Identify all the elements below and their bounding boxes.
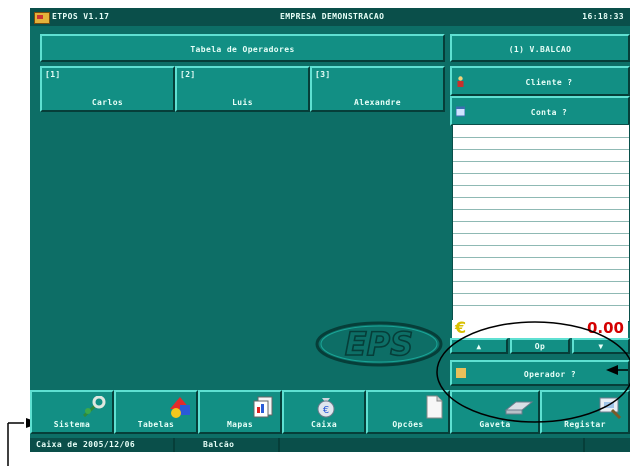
operator-number: [2] — [180, 70, 196, 79]
receipt-line — [453, 293, 629, 294]
operator-label: Operador ? — [523, 370, 577, 379]
drawer-icon — [504, 401, 534, 415]
menu-label: Sistema — [53, 420, 91, 429]
sale-mode-button[interactable]: (1) V.BALCAO — [450, 34, 630, 62]
operator-name: Alexandre — [354, 98, 401, 107]
euro-icon: € — [455, 318, 467, 337]
money-bag-icon: € — [317, 398, 335, 418]
app-name: ETPOS V1.17 — [52, 12, 110, 21]
menu-label: Gaveta — [479, 420, 511, 429]
clock: 16:18:33 — [582, 12, 624, 21]
chevron-down-icon: ▼ — [598, 342, 604, 351]
pos-screen: ETPOS V1.17 EMPRESA DEMONSTRACAO 16:18:3… — [30, 8, 630, 452]
status-caixa-text: Caixa de 2005/12/06 — [36, 440, 136, 449]
menu-registar-button[interactable]: Registar — [540, 390, 630, 434]
wrench-icon — [82, 396, 106, 418]
operator-name: Carlos — [91, 98, 124, 107]
operators-icon — [456, 368, 466, 378]
receipt-line — [453, 173, 629, 174]
scroll-up-button[interactable]: ▲ — [450, 338, 508, 354]
receipt-line — [453, 269, 629, 270]
receipt-line — [453, 137, 629, 138]
operator-button[interactable]: Operador ? — [450, 360, 630, 386]
operator-button-1[interactable]: [1] Carlos — [40, 66, 175, 112]
document-icon — [426, 395, 443, 419]
client-label: Cliente ? — [525, 78, 573, 87]
operator-button-2[interactable]: [2] Luis — [175, 66, 310, 112]
register-icon — [599, 397, 622, 420]
company-name: EMPRESA DEMONSTRACAO — [280, 12, 385, 21]
menu-opcoes-button[interactable]: Opcões — [366, 390, 450, 434]
receipt-list[interactable] — [452, 124, 630, 322]
status-empty — [280, 438, 585, 452]
status-caixa: Caixa de 2005/12/06 — [30, 438, 175, 452]
receipt-line — [453, 257, 629, 258]
svg-text:EPS: EPS — [345, 325, 413, 363]
receipt-line — [453, 233, 629, 234]
receipt-line — [453, 245, 629, 246]
menu-tabelas-button[interactable]: Tabelas — [114, 390, 198, 434]
status-location: Balcão — [175, 438, 280, 452]
account-button[interactable]: Conta ? — [450, 96, 630, 126]
receipt-line — [453, 185, 629, 186]
operator-name: Luis — [232, 98, 253, 107]
status-bar: Caixa de 2005/12/06 Balcão — [30, 438, 630, 452]
menu-label: Opcões — [392, 420, 424, 429]
receipt-line — [453, 221, 629, 222]
receipt-line — [453, 281, 629, 282]
operators-table-title-text: Tabela de Operadores — [190, 45, 295, 54]
receipt-line — [453, 149, 629, 150]
sale-mode-label: (1) V.BALCAO — [508, 45, 572, 54]
menu-label: Caixa — [310, 420, 338, 429]
receipt-line — [453, 305, 629, 306]
receipt-line — [453, 197, 629, 198]
menu-label: Registar — [564, 420, 606, 429]
svg-text:€: € — [323, 405, 329, 416]
eps-logo: EPS — [315, 321, 443, 367]
menu-mapas-button[interactable]: Mapas — [198, 390, 282, 434]
person-icon — [457, 76, 464, 87]
receipt-line — [453, 209, 629, 210]
shapes-icon — [170, 397, 190, 418]
operator-number: [1] — [45, 70, 61, 79]
operator-button-3[interactable]: [3] Alexandre — [310, 66, 445, 112]
account-card-icon — [456, 106, 465, 117]
scroll-down-button[interactable]: ▼ — [572, 338, 630, 354]
menu-label: Tabelas — [137, 420, 175, 429]
receipt-line — [453, 161, 629, 162]
account-label: Conta ? — [530, 108, 568, 117]
status-location-text: Balcão — [203, 440, 235, 449]
menu-label: Mapas — [226, 420, 254, 429]
app-icon — [34, 12, 50, 24]
operators-table-title: Tabela de Operadores — [40, 34, 445, 62]
client-button[interactable]: Cliente ? — [450, 66, 630, 96]
op-button[interactable]: Op — [510, 338, 570, 354]
total-display: € 0.00 — [452, 318, 628, 338]
chevron-up-icon: ▲ — [476, 342, 482, 351]
menu-gaveta-button[interactable]: Gaveta — [450, 390, 540, 434]
menu-caixa-button[interactable]: € Caixa — [282, 390, 366, 434]
operator-number: [3] — [315, 70, 331, 79]
menu-sistema-button[interactable]: Sistema — [30, 390, 114, 434]
total-amount: 0.00 — [586, 319, 624, 337]
title-bar: ETPOS V1.17 EMPRESA DEMONSTRACAO 16:18:3… — [30, 8, 630, 26]
op-label: Op — [534, 342, 546, 351]
report-icon — [253, 396, 273, 418]
